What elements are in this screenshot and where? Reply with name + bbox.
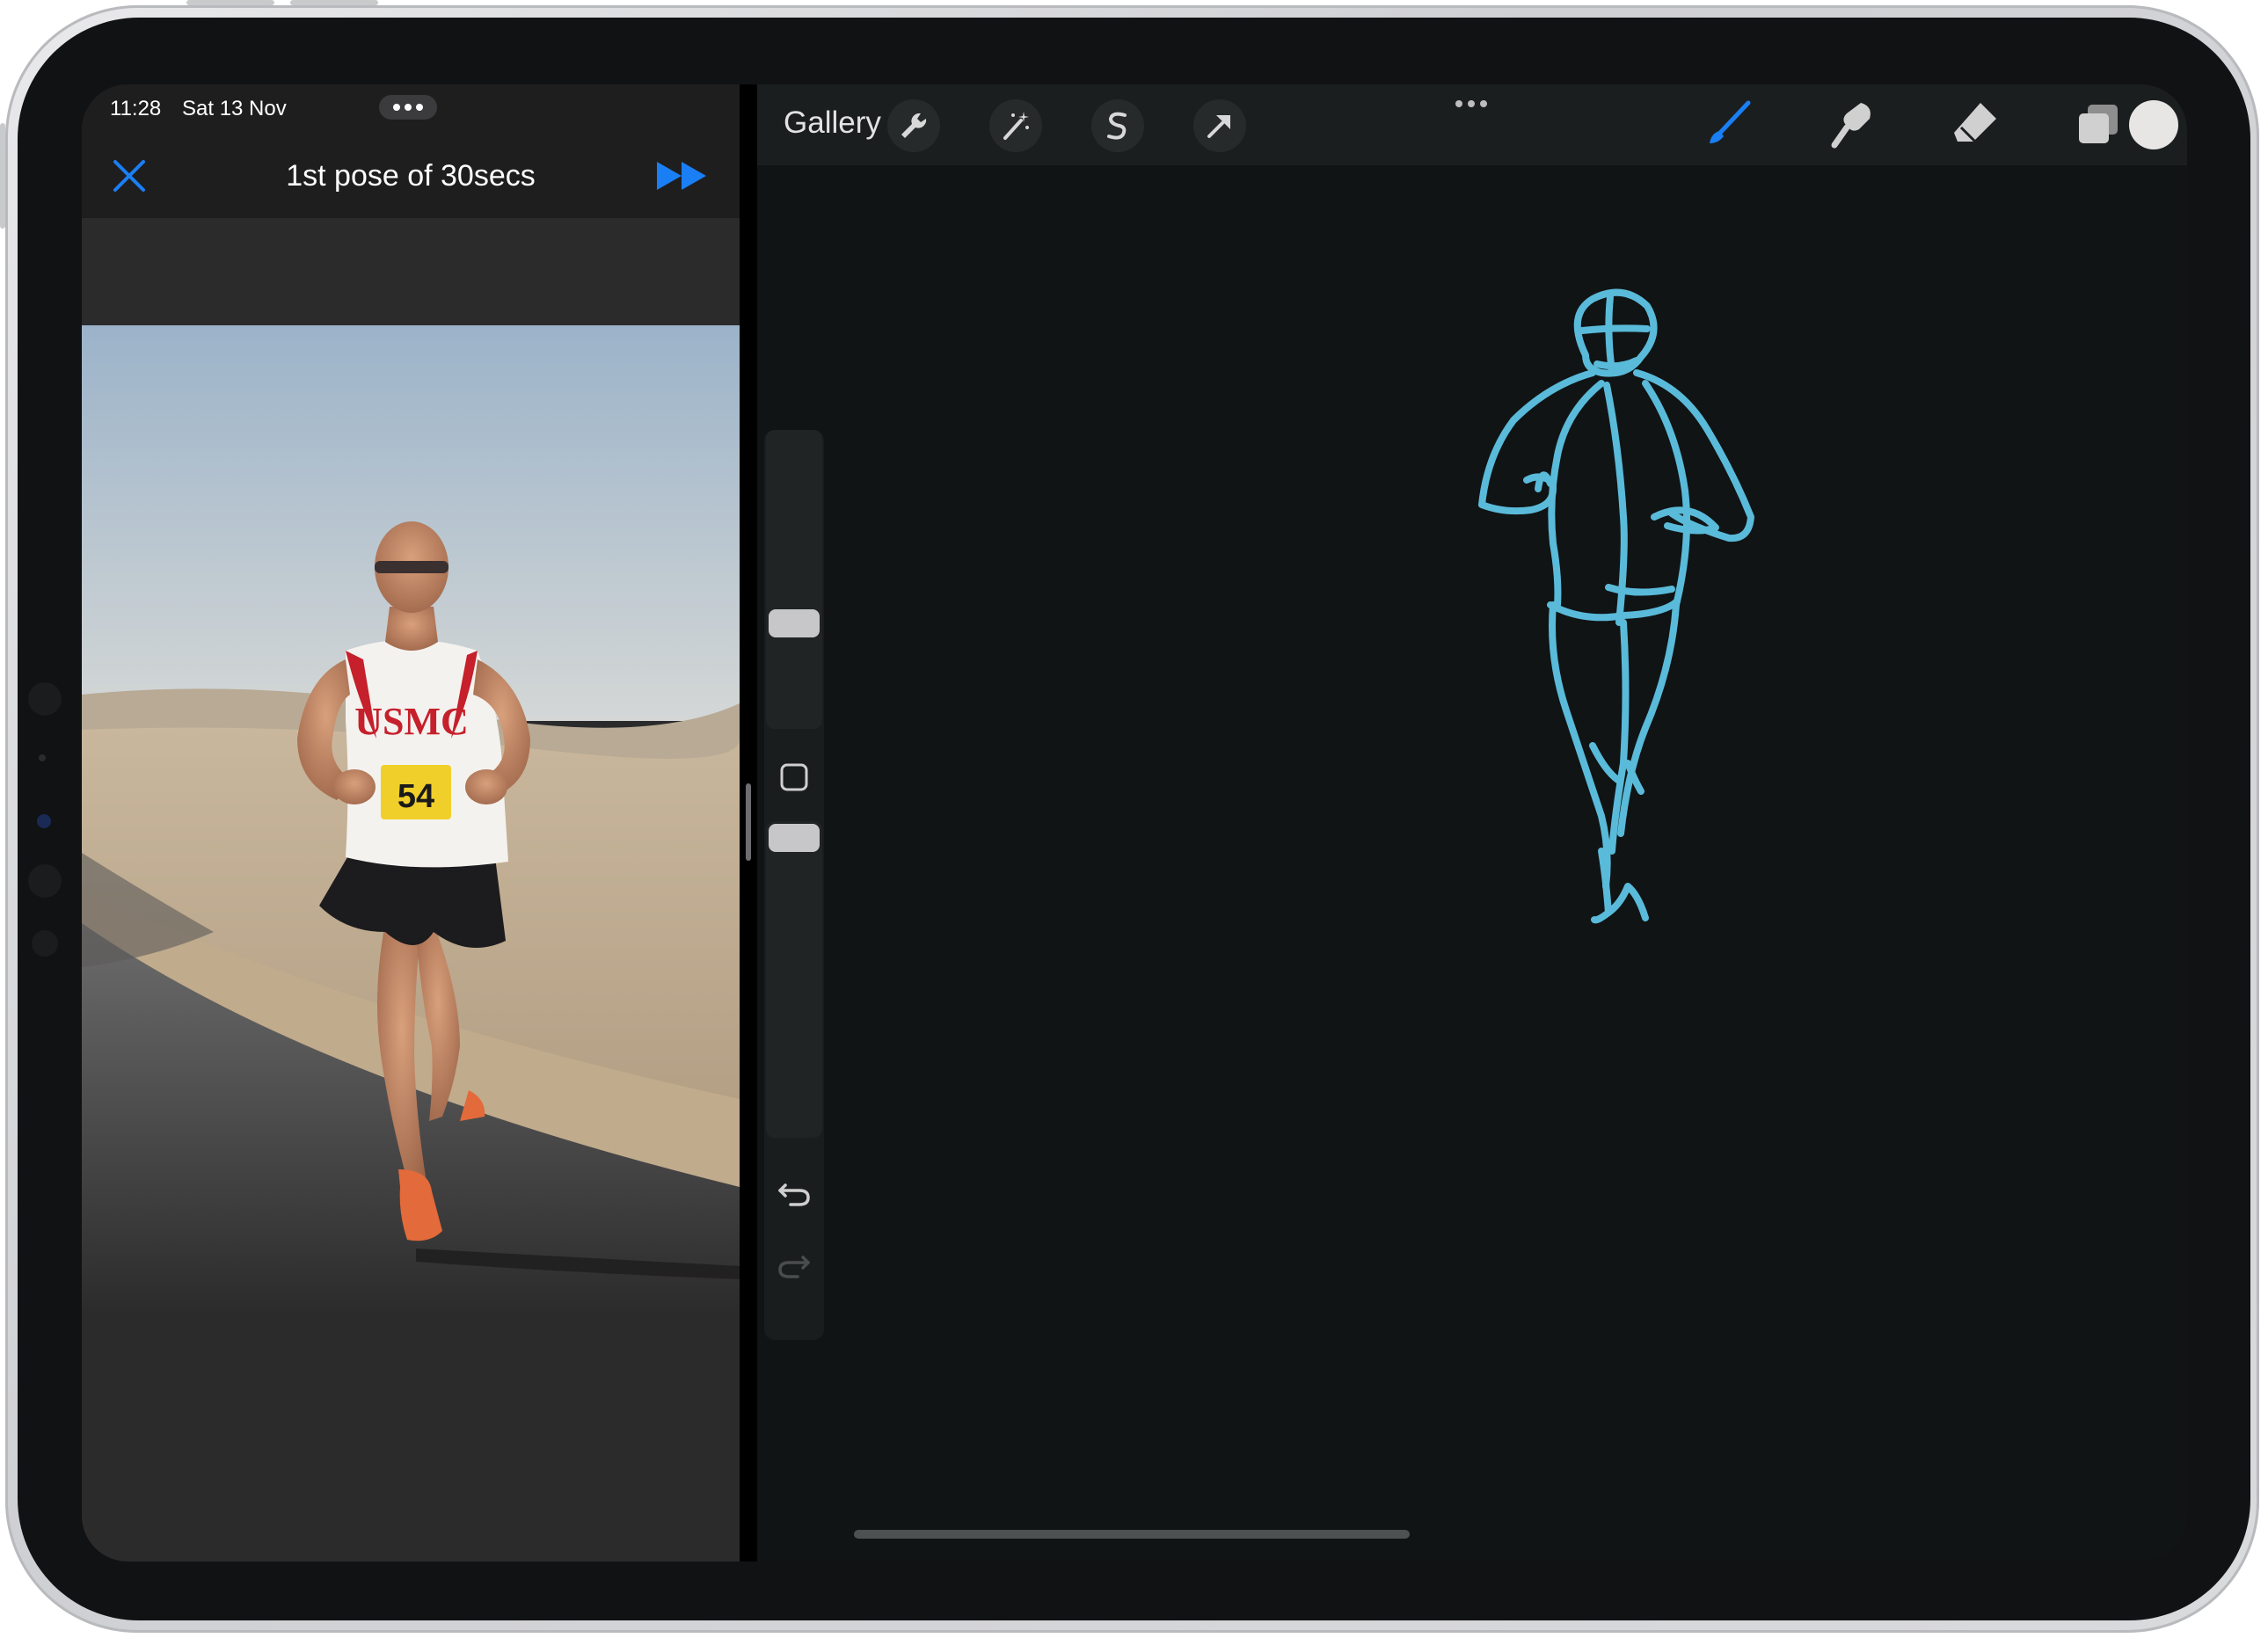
dot bbox=[1455, 100, 1462, 107]
brush-size-slider[interactable] bbox=[766, 430, 822, 729]
sensor bbox=[28, 682, 62, 716]
dot bbox=[1480, 100, 1487, 107]
sensor bbox=[32, 930, 58, 957]
undo-button[interactable] bbox=[775, 1173, 813, 1212]
pose-title: 1st pose of 30secs bbox=[286, 159, 536, 193]
selection-icon bbox=[1107, 112, 1127, 140]
multitasking-menu-button[interactable] bbox=[379, 95, 437, 120]
home-indicator[interactable] bbox=[854, 1530, 1410, 1539]
modify-button[interactable] bbox=[778, 761, 810, 793]
split-view-handle[interactable] bbox=[746, 783, 751, 861]
bib-number: 54 bbox=[397, 778, 434, 815]
brush-size-knob[interactable] bbox=[769, 609, 820, 637]
figure-sketch bbox=[1478, 288, 1754, 924]
smudge-icon bbox=[1831, 103, 1871, 149]
smudge-tool-button[interactable] bbox=[1821, 93, 1883, 155]
status-date: Sat 13 Nov bbox=[182, 97, 287, 120]
procreate-pane: Gallery bbox=[757, 84, 2187, 1562]
transform-button[interactable] bbox=[1193, 99, 1246, 152]
square-icon bbox=[780, 763, 808, 791]
drawing-canvas[interactable] bbox=[757, 165, 2187, 1562]
transform-arrow-icon bbox=[1207, 115, 1230, 138]
dot bbox=[393, 104, 400, 111]
brush-opacity-knob[interactable] bbox=[769, 824, 820, 852]
magic-wand-icon bbox=[1003, 112, 1029, 140]
wrench-icon bbox=[901, 113, 927, 138]
layers-button[interactable] bbox=[2067, 93, 2129, 155]
skip-forward-button[interactable] bbox=[655, 157, 711, 195]
screen: 11:28 Sat 13 Nov 1st pose of 30secs USMC… bbox=[82, 84, 2187, 1562]
fast-forward-icon bbox=[657, 162, 706, 190]
brush-icon bbox=[1710, 100, 1751, 143]
color-picker-button[interactable] bbox=[2129, 100, 2178, 149]
sensor bbox=[39, 754, 46, 761]
adjustments-button[interactable] bbox=[989, 99, 1042, 152]
actions-button[interactable] bbox=[887, 99, 940, 152]
shirt-text: USMC bbox=[354, 700, 469, 743]
timer-app-pane: 11:28 Sat 13 Nov 1st pose of 30secs USMC… bbox=[82, 84, 740, 1562]
reference-photo: USMC 54 bbox=[82, 325, 740, 1314]
status-time: 11:28 bbox=[110, 97, 162, 120]
undo-icon bbox=[778, 1183, 810, 1206]
runner-photo: USMC 54 bbox=[82, 325, 740, 1314]
dot bbox=[416, 104, 423, 111]
brush-opacity-slider[interactable] bbox=[766, 821, 822, 1138]
close-icon bbox=[113, 160, 145, 192]
eraser-tool-button[interactable] bbox=[1944, 93, 2006, 155]
gallery-button[interactable]: Gallery bbox=[784, 106, 881, 141]
front-camera bbox=[37, 814, 51, 828]
sensor bbox=[28, 864, 62, 898]
redo-button[interactable] bbox=[775, 1245, 813, 1284]
redo-icon bbox=[778, 1256, 810, 1278]
top-button bbox=[186, 0, 274, 5]
dot bbox=[1468, 100, 1475, 107]
brush-tool-button[interactable] bbox=[1698, 93, 1760, 155]
selection-button[interactable] bbox=[1091, 99, 1144, 152]
layers-icon bbox=[2079, 105, 2118, 143]
dot bbox=[405, 104, 412, 111]
side-button bbox=[0, 123, 5, 229]
more-options-button[interactable] bbox=[1445, 100, 1498, 111]
eraser-icon bbox=[1954, 103, 1996, 143]
top-button bbox=[290, 0, 378, 5]
close-button[interactable] bbox=[108, 155, 150, 197]
